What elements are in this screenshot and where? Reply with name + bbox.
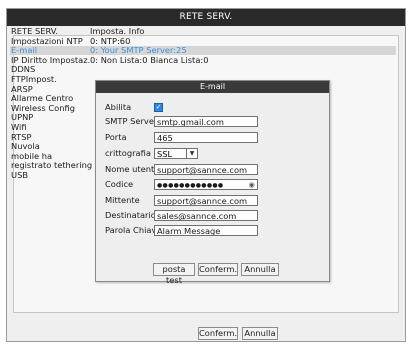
- eye-icon[interactable]: ◉: [249, 180, 255, 189]
- keyword-field[interactable]: Alarm Message: [154, 224, 258, 236]
- confirm-button[interactable]: Conferm.: [198, 327, 238, 340]
- recipient-label: Destinatario: [105, 210, 156, 220]
- info-list: Imposta. Info 0: NTP:60 0: Your SMTP Ser…: [90, 26, 208, 66]
- cancel-button[interactable]: Annulla: [242, 327, 278, 340]
- checkmark-icon: ✓: [155, 102, 162, 111]
- password-label: Codice: [105, 179, 134, 189]
- dialog-confirm-button[interactable]: Conferm.: [198, 263, 238, 276]
- port-label: Porta: [105, 132, 127, 142]
- port-field[interactable]: 465: [154, 131, 258, 143]
- password-field[interactable]: ●●●●●●●●●●●● ◉: [154, 178, 258, 190]
- smtp-server-field[interactable]: smtp.gmail.com: [154, 115, 258, 127]
- recipient-field[interactable]: sales@sannce.com: [154, 209, 258, 221]
- test-mail-button[interactable]: posta test: [153, 263, 195, 285]
- window-title: RETE SERV.: [7, 9, 405, 26]
- info-row[interactable]: 0: Non Lista:0 Bianca Lista:0: [90, 55, 208, 66]
- enable-label: Abilita: [105, 102, 132, 112]
- dialog-title: E-mail: [96, 81, 329, 93]
- email-dialog: E-mail Abilita ✓ SMTP Server smtp.gmail.…: [95, 80, 330, 285]
- password-value: ●●●●●●●●●●●●: [157, 181, 224, 189]
- username-label: Nome utente: [105, 164, 160, 174]
- encryption-select[interactable]: SSL ▼: [154, 147, 198, 159]
- enable-checkbox[interactable]: ✓: [154, 102, 163, 112]
- sender-field[interactable]: support@sannce.com: [154, 194, 258, 206]
- sender-label: Mittente: [105, 195, 140, 205]
- sidebar-item-usb-tethering[interactable]: mobile ha registrato tethering USB: [11, 151, 95, 181]
- encryption-value: SSL: [157, 148, 173, 159]
- sidebar: RETE SERV. Impostazioni NTP E-mail IP Di…: [11, 26, 92, 181]
- username-field[interactable]: support@sannce.com: [154, 163, 258, 175]
- encryption-label: crittografia: [105, 148, 151, 158]
- dialog-cancel-button[interactable]: Annulla: [241, 263, 279, 276]
- chevron-down-icon: ▼: [186, 148, 197, 158]
- smtp-label: SMTP Server: [105, 116, 158, 126]
